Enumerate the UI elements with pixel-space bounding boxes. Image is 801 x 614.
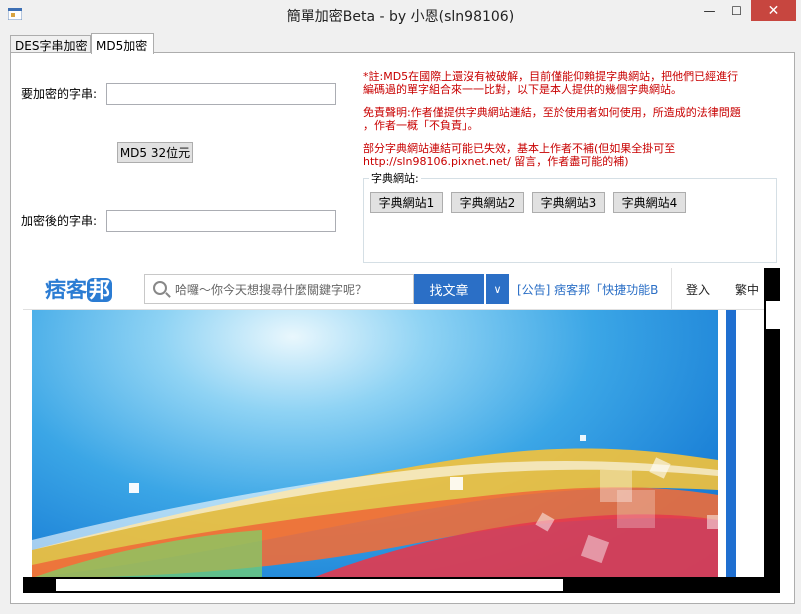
login-button[interactable]: 登入 [671, 268, 724, 310]
dictionary-site-4-button[interactable]: 字典網站4 [613, 192, 686, 213]
note-md5: *註:MD5在國際上還沒有被破解，目前僅能仰賴提字典網站，把他們已經進行 編碼過… [363, 70, 738, 96]
chevron-down-icon[interactable]: ∨ [485, 274, 509, 304]
tab-des-encrypt[interactable]: DES字串加密 [10, 35, 91, 53]
output-label: 加密後的字串: [21, 214, 98, 228]
maximize-button[interactable]: ☐ [722, 0, 751, 21]
note-disclaimer: 免責聲明:作者僅提供字典網站連結，至於使用者如何使用，所造成的法律問題 ，作者一… [363, 106, 741, 132]
search-icon [153, 281, 167, 295]
banner-waves-graphic [32, 435, 718, 578]
pixnet-logo[interactable]: 痞客邦 [45, 274, 112, 304]
dictionary-groupbox [363, 178, 777, 263]
encrypted-output-field[interactable] [106, 210, 336, 232]
note-links-line1: 部分字典網站連結可能已失效，基本上作者不補(但如果全掛可至 [363, 142, 676, 155]
close-button[interactable]: ✕ [751, 0, 796, 21]
search-placeholder: 哈囉～你今天想搜尋什麼關鍵字呢？ [175, 283, 368, 297]
note-links-line2: http://sln98106.pixnet.net/ 留言，作者盡可能的補) [363, 155, 629, 168]
note-md5-line2: 編碼過的單字組合來一一比對，以下是本人提供的幾個字典網站。 [363, 83, 682, 96]
web-browser[interactable]: 痞客邦 哈囉～你今天想搜尋什麼關鍵字呢？ 找文章 ∨ [公告] 痞客邦「快捷功能… [23, 268, 780, 593]
banner-side-bar [726, 310, 736, 578]
pixnet-logo-badge: 邦 [87, 278, 112, 302]
pixnet-logo-text: 痞客 [45, 278, 87, 302]
note-links: 部分字典網站連結可能已失效，基本上作者不補(但如果全掛可至 http://sln… [363, 142, 675, 168]
dictionary-site-2-button[interactable]: 字典網站2 [451, 192, 524, 213]
pixnet-search-input[interactable]: 哈囉～你今天想搜尋什麼關鍵字呢？ [144, 274, 414, 304]
hero-banner [32, 310, 718, 578]
dictionary-site-1-button[interactable]: 字典網站1 [370, 192, 443, 213]
dictionary-site-3-button[interactable]: 字典網站3 [532, 192, 605, 213]
horizontal-scroll-thumb[interactable] [56, 579, 563, 591]
dictionary-group-label: 字典網站: [369, 170, 421, 186]
note-disclaimer-line1: 免責聲明:作者僅提供字典網站連結，至於使用者如何使用，所造成的法律問題 [363, 106, 741, 119]
find-article-button[interactable]: 找文章 [414, 274, 484, 304]
vertical-scroll-thumb[interactable] [766, 301, 780, 329]
md5-32bit-button[interactable]: MD5 32位元 [117, 142, 193, 163]
input-label: 要加密的字串: [21, 87, 98, 101]
note-disclaimer-line2: ，作者一概「不負責」。 [363, 119, 479, 132]
minimize-button[interactable]: — [695, 0, 724, 21]
note-md5-line1: *註:MD5在國際上還沒有被破解，目前僅能仰賴提字典網站，把他們已經進行 [363, 70, 739, 83]
tab-md5-encrypt[interactable]: MD5加密 [91, 33, 154, 54]
plaintext-input[interactable] [106, 83, 336, 105]
announcement-link[interactable]: [公告] 痞客邦「快捷功能B [517, 281, 669, 298]
window-title: 簡單加密Beta - by 小恩(sln98106) [286, 9, 515, 25]
language-switch[interactable]: 繁中 [735, 281, 759, 298]
